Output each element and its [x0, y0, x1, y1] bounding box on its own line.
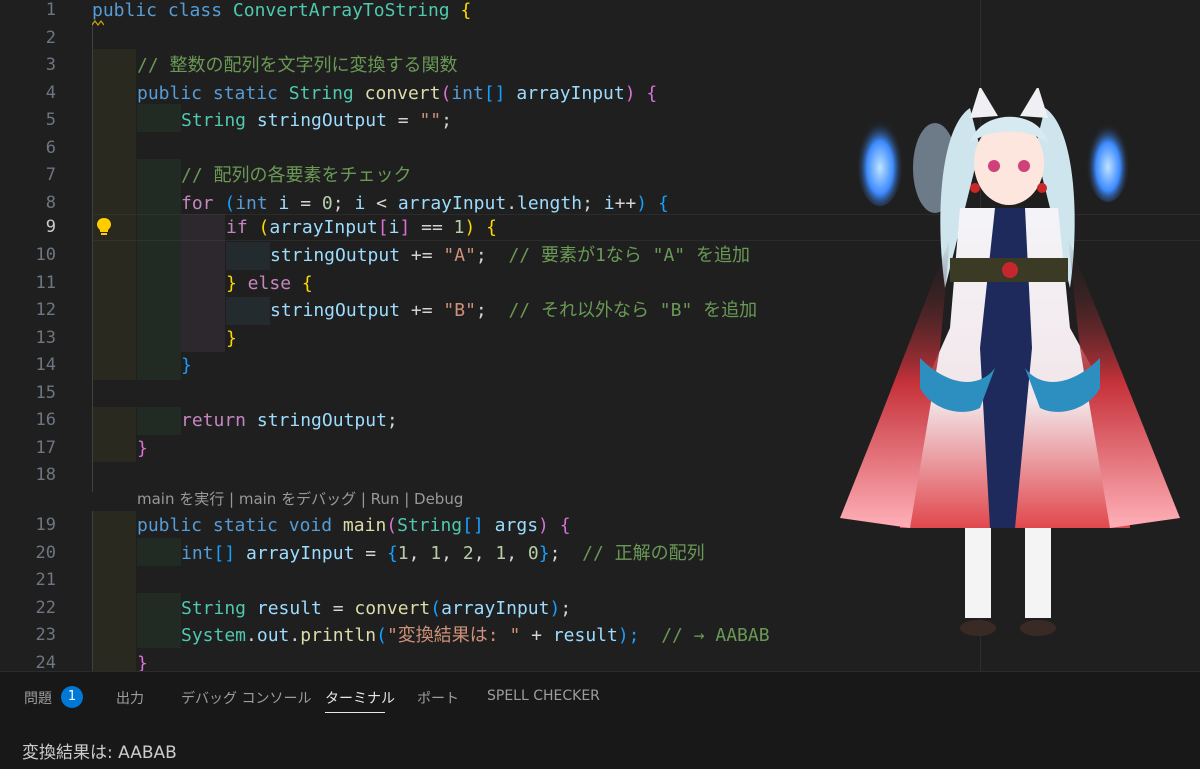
code-line-8: for (int i = 0; i < arrayInput.length; i…	[181, 192, 669, 214]
terminal-output[interactable]: 変換結果は: AABAB	[22, 738, 177, 763]
line-number: 10	[35, 245, 56, 265]
code-line-12: stringOutput += "B"; // それ以外なら "B" を追加	[270, 300, 758, 321]
line-number: 22	[35, 597, 56, 618]
line-number: 6	[45, 137, 56, 158]
line-number: 7	[45, 165, 56, 185]
line-number: 4	[45, 82, 56, 103]
tab-spell-checker[interactable]: SPELL CHECKER	[487, 688, 600, 704]
tab-problems[interactable]: 問題	[24, 688, 52, 708]
code-line-7: // 配列の各要素をチェック	[181, 165, 412, 186]
anime-character-illustration	[840, 88, 1180, 636]
line-number-active: 9	[45, 217, 56, 237]
code-line-10: stringOutput += "A"; // 要素が1なら "A" を追加	[270, 245, 750, 266]
line-number: 24	[35, 652, 56, 672]
line-number: 21	[35, 570, 56, 590]
code-line-13: }	[226, 327, 237, 349]
line-number: 14	[35, 355, 56, 375]
line-number: 12	[35, 300, 56, 320]
line-number: 2	[45, 27, 56, 48]
line-number: 15	[35, 382, 56, 403]
tab-output[interactable]: 出力	[116, 688, 144, 708]
line-number: 1	[45, 0, 56, 20]
code-editor[interactable]: 1 2 3 4 5 6 7 8 9 10 11 12 13 14 15 16 1…	[0, 0, 1200, 671]
active-tab-indicator	[325, 712, 385, 713]
line-number: 18	[35, 465, 56, 485]
code-line-22: String result = convert(arrayInput);	[181, 597, 572, 619]
tab-debug-console[interactable]: デバッグ コンソール	[181, 688, 311, 708]
problems-count-badge: 1	[61, 686, 83, 708]
line-number: 8	[45, 192, 56, 213]
code-line-5: String stringOutput = "";	[181, 110, 452, 131]
line-number: 19	[35, 515, 56, 535]
line-number: 11	[35, 272, 56, 293]
panel-tabs: 問題 1 出力 デバッグ コンソール ターミナル ポート SPELL CHECK…	[0, 672, 1200, 724]
code-line-14: }	[181, 355, 192, 376]
code-line-17: }	[137, 437, 148, 459]
code-line-16: return stringOutput;	[181, 410, 398, 431]
code-line-11: } else {	[226, 272, 313, 294]
code-line-4: public static String convert(int[] array…	[137, 82, 658, 104]
tab-terminal[interactable]: ターミナル	[325, 688, 395, 708]
line-number: 16	[35, 410, 56, 430]
line-number-gutter[interactable]: 1 2 3 4 5 6 7 8 9 10 11 12 13 14 15 16 1…	[0, 0, 92, 671]
lightbulb-icon[interactable]	[95, 217, 113, 237]
code-line-3: // 整数の配列を文字列に変換する関数	[137, 55, 458, 76]
tab-ports[interactable]: ポート	[417, 688, 459, 708]
code-line-23: System.out.println("変換結果は: " + result); …	[181, 625, 770, 646]
bottom-panel: 問題 1 出力 デバッグ コンソール ターミナル ポート SPELL CHECK…	[0, 671, 1200, 769]
code-line-24: }	[137, 652, 148, 672]
codelens-run-debug[interactable]: main を実行 | main をデバッグ | Run | Debug	[137, 488, 463, 509]
code-line-20: int[] arrayInput = {1, 1, 2, 1, 0}; // 正…	[181, 542, 705, 564]
line-number: 17	[35, 437, 56, 458]
code-line-19: public static void main(String[] args) {	[137, 515, 571, 536]
line-number: 20	[35, 542, 56, 563]
line-number: 23	[35, 625, 56, 645]
code-line-9: if (arrayInput[i] == 1) {	[226, 217, 498, 238]
code-line-1: public class ConvertArrayToString {	[92, 0, 472, 21]
line-number: 13	[35, 327, 56, 348]
line-number: 5	[45, 110, 56, 130]
line-number: 3	[45, 55, 56, 75]
